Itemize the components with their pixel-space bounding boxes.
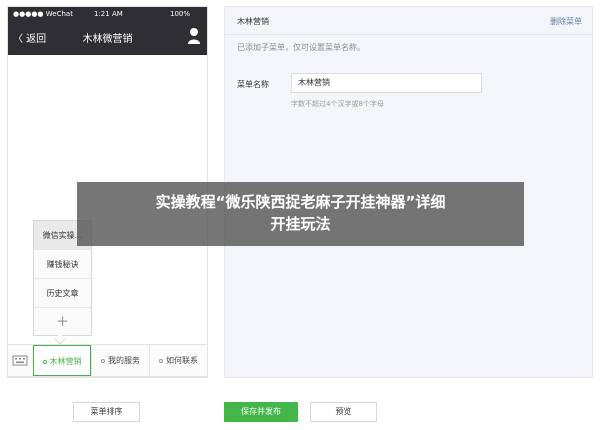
editor-title: 木林营销 — [237, 17, 269, 26]
account-title: 木林微营销 — [82, 34, 133, 45]
divider — [225, 34, 592, 35]
user-icon[interactable] — [187, 27, 201, 45]
menu-tab-contact[interactable]: 如何联系 — [149, 345, 207, 376]
submenu-item[interactable]: 赚钱秘诀 — [34, 250, 91, 279]
phone-navbar: 〈 返回 木林微营销 — [8, 21, 207, 55]
overlay-line: 开挂玩法 — [270, 215, 331, 233]
dot-icon — [159, 358, 163, 363]
clock-label: 1:21 AM — [94, 10, 123, 18]
dot-icon — [42, 359, 47, 364]
menu-tab-service[interactable]: 我的服务 — [91, 345, 149, 376]
menu-bar: 木林营销 我的服务 如何联系 — [7, 344, 208, 377]
menu-sort-button[interactable]: 菜单排序 — [73, 402, 140, 422]
save-publish-button[interactable]: 保存并发布 — [224, 402, 298, 422]
preview-button[interactable]: 预览 — [310, 402, 377, 422]
title-overlay: 实操教程“微乐陕西捉老麻子开挂神器”详细 开挂玩法 — [77, 182, 524, 246]
status-bar: ●●●●● WeChat 1:21 AM 100% — [8, 7, 207, 21]
submenu-notice: 已添加子菜单，仅可设置菜单名称。 — [237, 43, 365, 52]
menu-tab-label: 我的服务 — [108, 356, 140, 365]
battery-label: 100% — [170, 10, 191, 18]
submenu-item[interactable]: 历史文章 — [34, 279, 91, 308]
menu-name-hint: 字数不超过4个汉字或8个字母 — [291, 100, 384, 108]
menu-name-label: 菜单名称 — [237, 80, 269, 89]
keyboard-icon[interactable] — [12, 353, 28, 367]
menu-tab-label: 木林营销 — [49, 357, 82, 366]
menu-name-input[interactable]: 木林营销 — [291, 73, 482, 93]
menu-tab-label: 如何联系 — [166, 356, 198, 365]
delete-menu-link[interactable]: 删除菜单 — [550, 16, 582, 27]
menu-tab-mulin[interactable]: 木林营销 — [33, 345, 91, 376]
add-submenu-button[interactable]: + — [34, 308, 91, 335]
dot-icon — [101, 358, 105, 363]
carrier-label: ●●●●● WeChat — [13, 10, 73, 18]
overlay-line: 实操教程“微乐陕西捉老麻子开挂神器”详细 — [155, 193, 446, 211]
